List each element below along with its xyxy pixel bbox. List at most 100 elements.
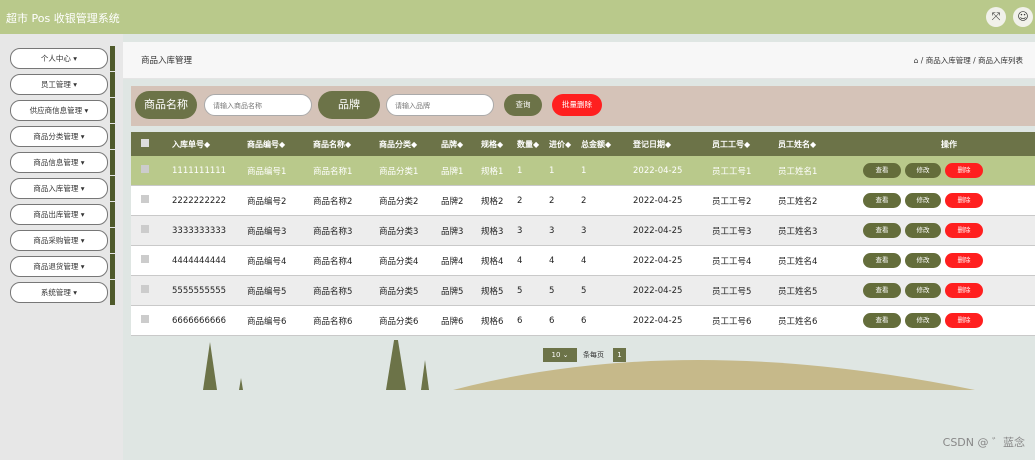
product-name-input[interactable]: 请输入商品名称 [204, 94, 312, 116]
table-cell: 6666666666 [172, 305, 247, 336]
sidebar-item-personal-center[interactable]: 个人中心 ▾ [10, 46, 115, 71]
delete-button[interactable]: 删除 [945, 223, 983, 238]
col-header[interactable]: 入库单号◆ [172, 132, 247, 156]
brand-input[interactable]: 请输入品牌 [386, 94, 494, 116]
user-icon[interactable]: ☺ [1013, 7, 1033, 27]
row-checkbox[interactable] [141, 255, 149, 263]
table-row[interactable]: 1111111111 商品编号1 商品名称1 商品分类1 品牌1 规格1 1 1 1 2022-0… [131, 156, 1035, 186]
edit-button[interactable]: 修改 [905, 223, 941, 238]
table-cell: 3 [581, 215, 633, 246]
sidebar-item-staff[interactable]: 员工管理 ▾ [10, 72, 115, 97]
table-cell: 商品分类6 [379, 305, 441, 336]
view-button[interactable]: 查看 [863, 283, 901, 298]
table-cell: 商品编号3 [247, 215, 313, 246]
table-cell: 规格1 [481, 156, 517, 186]
col-header[interactable]: 规格◆ [481, 132, 517, 156]
col-header[interactable]: 员工工号◆ [712, 132, 778, 156]
view-button[interactable]: 查看 [863, 253, 901, 268]
sidebar-item-purchase[interactable]: 商品采购管理 ▾ [10, 228, 115, 253]
page-header: 商品入库管理 ⌂ / 商品入库管理 / 商品入库列表 [123, 42, 1035, 79]
view-button[interactable]: 查看 [863, 193, 901, 208]
sidebar-item-category[interactable]: 商品分类管理 ▾ [10, 124, 115, 149]
table-cell: 6 [581, 305, 633, 336]
table-cell: 6 [549, 305, 581, 336]
col-header[interactable]: 商品分类◆ [379, 132, 441, 156]
query-button[interactable]: 查询 [504, 94, 542, 116]
table-cell: 规格5 [481, 275, 517, 306]
row-checkbox[interactable] [141, 225, 149, 233]
table-row[interactable]: 3333333333 商品编号3 商品名称3 商品分类3 品牌3 规格3 3 3 3 2022-0… [131, 215, 1035, 246]
select-all-checkbox[interactable] [141, 139, 149, 147]
delete-button[interactable]: 删除 [945, 313, 983, 328]
table-cell: 3 [549, 215, 581, 246]
actions-cell: 查看 修改 删除 [863, 215, 1035, 246]
row-checkbox[interactable] [141, 195, 149, 203]
edit-button[interactable]: 修改 [905, 193, 941, 208]
landscape-decoration [203, 340, 975, 390]
breadcrumb-text[interactable]: / 商品入库管理 / 商品入库列表 [921, 56, 1023, 65]
table-cell: 品牌6 [441, 305, 481, 336]
view-button[interactable]: 查看 [863, 163, 901, 178]
table-cell: 商品编号2 [247, 185, 313, 216]
col-header[interactable]: 数量◆ [517, 132, 549, 156]
view-button[interactable]: 查看 [863, 313, 901, 328]
edit-button[interactable]: 修改 [905, 163, 941, 178]
table-row[interactable]: 2222222222 商品编号2 商品名称2 商品分类2 品牌2 规格2 2 2 2 2022-0… [131, 185, 1035, 216]
table-cell: 品牌1 [441, 156, 481, 186]
batch-delete-button[interactable]: 批量删除 [552, 94, 602, 116]
page-button-current[interactable]: 1 [613, 348, 626, 362]
table-row[interactable]: 4444444444 商品编号4 商品名称4 商品分类4 品牌4 规格4 4 4 4 2022-0… [131, 245, 1035, 276]
sidebar-item-label: 商品信息管理 ▾ [33, 158, 85, 167]
delete-button[interactable]: 删除 [945, 253, 983, 268]
sidebar-item-marker [110, 72, 115, 97]
col-header[interactable]: 商品编号◆ [247, 132, 313, 156]
edit-button[interactable]: 修改 [905, 253, 941, 268]
table-cell: 2022-04-25 [633, 275, 712, 306]
table-cell: 员工姓名5 [778, 275, 863, 306]
table-cell: 员工姓名2 [778, 185, 863, 216]
col-header[interactable]: 登记日期◆ [633, 132, 712, 156]
col-header[interactable]: 品牌◆ [441, 132, 481, 156]
sidebar-item-system[interactable]: 系统管理 ▾ [10, 280, 115, 305]
home-icon[interactable]: ⌂ [914, 56, 919, 65]
top-bar: 超市 Pos 收银管理系统 ⤧ ☺ [0, 0, 1035, 34]
table-cell: 品牌2 [441, 185, 481, 216]
col-header[interactable]: 员工姓名◆ [778, 132, 863, 156]
sidebar-item-stock-in[interactable]: 商品入库管理 ▾ [10, 176, 115, 201]
col-header[interactable]: 商品名称◆ [313, 132, 379, 156]
table-cell: 品牌5 [441, 275, 481, 306]
fullscreen-icon[interactable]: ⤧ [986, 7, 1006, 27]
row-checkbox[interactable] [141, 165, 149, 173]
table-cell: 2 [581, 185, 633, 216]
table-row[interactable]: 6666666666 商品编号6 商品名称6 商品分类6 品牌6 规格6 6 6 6 2022-0… [131, 305, 1035, 336]
sidebar-item-marker [110, 176, 115, 201]
table-cell: 5 [549, 275, 581, 306]
table-cell: 3333333333 [172, 215, 247, 246]
sidebar-item-supplier[interactable]: 供应商信息管理 ▾ [10, 98, 115, 123]
table-cell: 员工工号5 [712, 275, 778, 306]
sidebar-item-return[interactable]: 商品退货管理 ▾ [10, 254, 115, 279]
row-checkbox[interactable] [141, 315, 149, 323]
sidebar-item-marker [110, 150, 115, 175]
col-header[interactable]: 总金额◆ [581, 132, 633, 156]
row-checkbox[interactable] [141, 285, 149, 293]
edit-button[interactable]: 修改 [905, 283, 941, 298]
delete-button[interactable]: 删除 [945, 193, 983, 208]
delete-button[interactable]: 删除 [945, 163, 983, 178]
sidebar-item-stock-out[interactable]: 商品出库管理 ▾ [10, 202, 115, 227]
sidebar-item-product-info[interactable]: 商品信息管理 ▾ [10, 150, 115, 175]
table-cell: 商品分类4 [379, 245, 441, 276]
edit-button[interactable]: 修改 [905, 313, 941, 328]
page-size-select[interactable]: 10 ⌄ [543, 348, 577, 362]
table-row[interactable]: 5555555555 商品编号5 商品名称5 商品分类5 品牌5 规格5 5 5 5 2022-0… [131, 275, 1035, 306]
view-button[interactable]: 查看 [863, 223, 901, 238]
actions-cell: 查看 修改 删除 [863, 275, 1035, 306]
sidebar-item-label: 商品入库管理 ▾ [33, 184, 85, 193]
table-cell: 员工工号2 [712, 185, 778, 216]
table-cell: 1 [549, 156, 581, 186]
col-header[interactable]: 进价◆ [549, 132, 581, 156]
delete-button[interactable]: 删除 [945, 283, 983, 298]
table-cell: 员工姓名1 [778, 156, 863, 186]
table-cell: 2022-04-25 [633, 305, 712, 336]
actions-cell: 查看 修改 删除 [863, 185, 1035, 216]
